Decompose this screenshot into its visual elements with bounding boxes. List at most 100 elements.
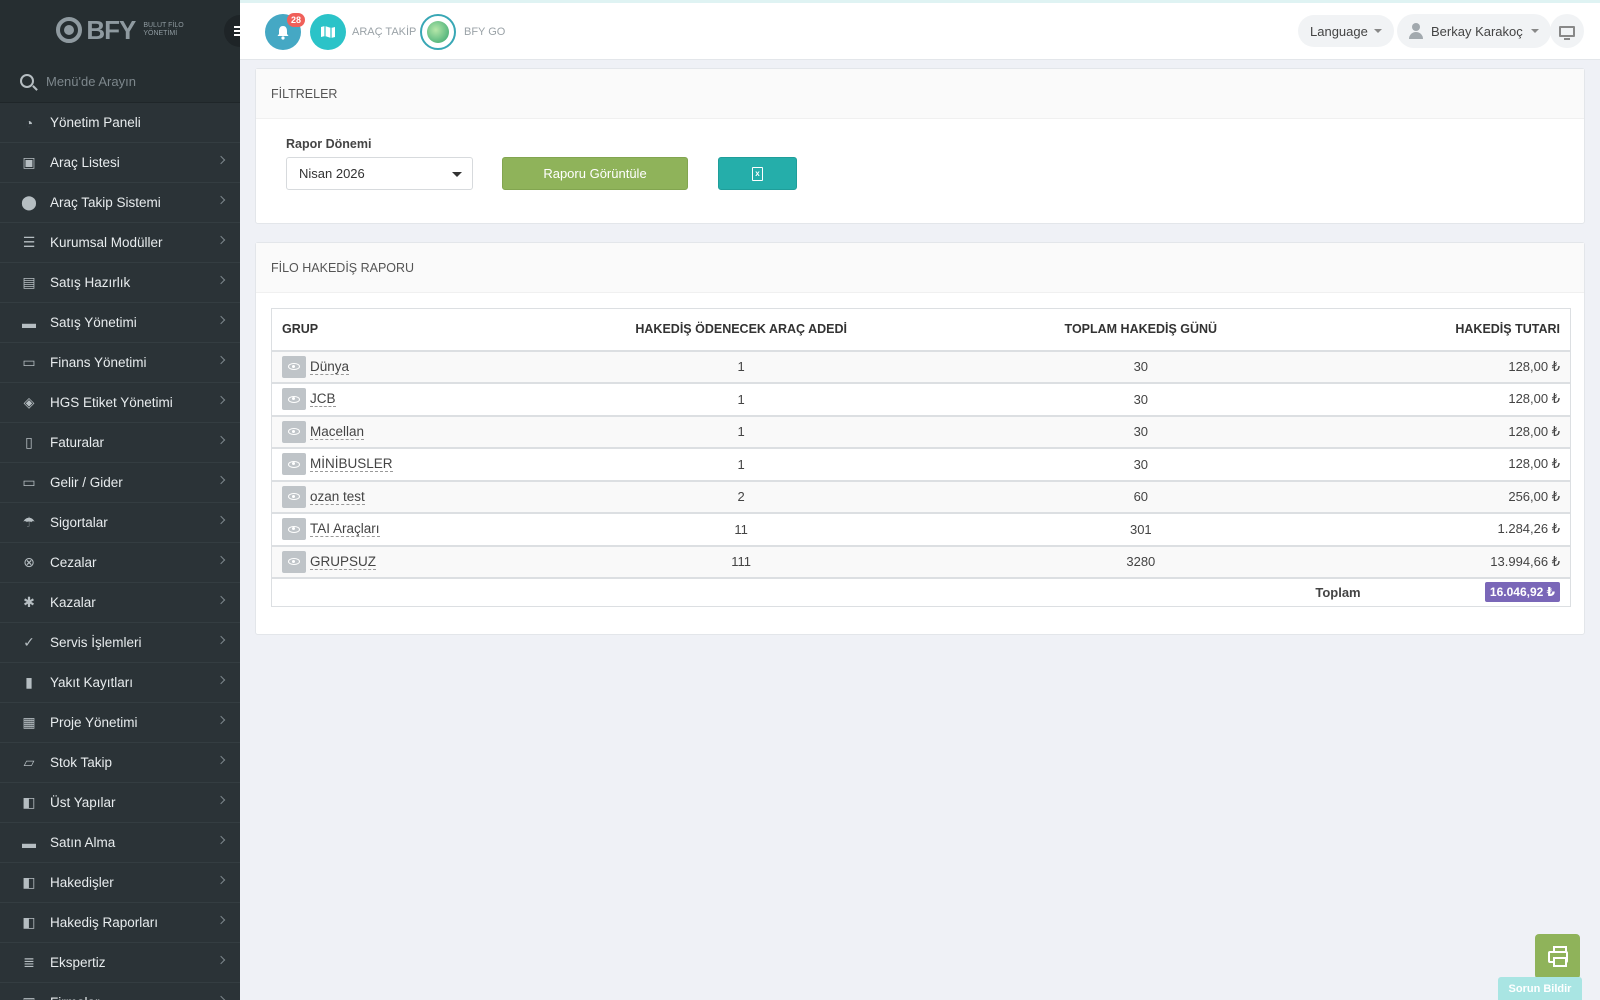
table-row: ozan test 2 60 256,00 ₺ — [271, 480, 1571, 514]
user-name: Berkay Karakoç — [1431, 23, 1523, 39]
user-menu[interactable]: Berkay Karakoç — [1397, 14, 1551, 48]
print-button[interactable] — [1535, 934, 1580, 979]
logo-text: BFY — [86, 14, 136, 45]
arac-takip-link[interactable]: ARAÇ TAKİP — [352, 26, 416, 38]
menu-toggle-button[interactable] — [224, 15, 240, 47]
sidebar-item[interactable]: ▯ Faturalar — [0, 423, 240, 463]
chevron-right-icon — [216, 435, 226, 445]
export-excel-button[interactable]: x — [718, 157, 797, 190]
inbox-icon: ▱ — [23, 754, 35, 770]
view-details-button[interactable] — [282, 518, 306, 541]
group-name-link[interactable]: Dünya — [310, 359, 350, 375]
caret-down-icon — [1530, 29, 1539, 33]
period-select[interactable]: Nisan 2026 — [286, 157, 473, 190]
server-icon: ☰ — [22, 234, 36, 250]
group-name-link[interactable]: JCB — [310, 391, 336, 408]
menu-search-input[interactable] — [46, 73, 216, 89]
group-cell-content: JCB — [282, 388, 561, 411]
sidebar-item[interactable]: ◔ Yönetim Paneli — [0, 103, 240, 143]
column-header-group[interactable]: GRUP — [271, 308, 572, 352]
view-details-button[interactable] — [282, 388, 306, 411]
chevron-right-icon — [216, 275, 226, 285]
view-details-button[interactable] — [282, 550, 306, 573]
language-dropdown[interactable]: Language — [1298, 15, 1394, 47]
sidebar-item[interactable]: ▣ Araç Listesi — [0, 143, 240, 183]
sidebar-item[interactable]: ▤ Satış Hazırlık — [0, 263, 240, 303]
group-name-link[interactable]: TAI Araçları — [310, 521, 380, 538]
fullscreen-button[interactable] — [1550, 14, 1584, 48]
sidebar-item[interactable]: ▮ Yakıt Kayıtları — [0, 663, 240, 703]
group-cell: Dünya — [271, 350, 572, 384]
sidebar-item[interactable]: ▱ Stok Takip — [0, 743, 240, 783]
arac-takip-button[interactable] — [310, 14, 346, 50]
sidebar-item-label: Ekspertiz — [50, 955, 106, 970]
sidebar-item[interactable]: ☂ Sigortalar — [0, 503, 240, 543]
view-report-button[interactable]: Raporu Görüntüle — [502, 157, 688, 190]
group-cell: MİNİBUSLER — [271, 448, 572, 482]
sidebar-item[interactable]: ⬤ Araç Takip Sistemi — [0, 183, 240, 223]
sidebar-item[interactable]: ◧ Hakediş Raporları — [0, 903, 240, 943]
sidebar-item[interactable]: ▬ Satış Yönetimi — [0, 303, 240, 343]
column-header-vehicle-count[interactable]: HAKEDİŞ ÖDENECEK ARAÇ ADEDİ — [571, 308, 912, 352]
report-body: GRUP HAKEDİŞ ÖDENECEK ARAÇ ADEDİ TOPLAM … — [256, 293, 1584, 622]
sidebar-item-label: Gelir / Gider — [50, 475, 123, 490]
sidebar-item[interactable]: ◧ Üst Yapılar — [0, 783, 240, 823]
sidebar-item[interactable]: ▭ Gelir / Gider — [0, 463, 240, 503]
total-empty-cell — [571, 577, 912, 606]
logo[interactable]: BFY BULUT FİLO YÖNETİMİ — [56, 14, 184, 46]
bell-icon — [277, 25, 289, 40]
vehicle-count-cell: 1 — [571, 415, 912, 449]
group-name-link[interactable]: GRUPSUZ — [310, 554, 377, 570]
group-cell-content: TAI Araçları — [282, 518, 561, 541]
money-icon: ▭ — [22, 354, 36, 370]
bfy-go-link[interactable]: BFY GO — [464, 26, 505, 38]
chevron-right-icon — [216, 475, 226, 485]
group-name-link[interactable]: ozan test — [310, 489, 365, 505]
tag-icon: ◈ — [23, 394, 35, 410]
total-empty-cell — [271, 577, 572, 606]
group-name-link[interactable]: MİNİBUSLER — [310, 456, 393, 473]
sidebar-item[interactable]: ▭ Finans Yönetimi — [0, 343, 240, 383]
book-icon: ▤ — [22, 274, 36, 290]
filters-panel: FİLTRELER Rapor Dönemi Nisan 2026 Raporu… — [255, 68, 1585, 224]
logo-area: BFY BULUT FİLO YÖNETİMİ — [0, 0, 240, 60]
sidebar-item[interactable]: ▦ Proje Yönetimi — [0, 703, 240, 743]
umbrella-icon: ☂ — [22, 514, 36, 530]
amount-cell: 128,00 ₺ — [1370, 415, 1571, 449]
logo-subtitle-line-1: BULUT FİLO — [143, 22, 184, 29]
sidebar-item[interactable]: ≣ Ekspertiz — [0, 943, 240, 983]
view-details-button[interactable] — [282, 485, 306, 508]
sidebar-item[interactable]: ✓ Servis İşlemleri — [0, 623, 240, 663]
sidebar-item[interactable]: ☰ Kurumsal Modüller — [0, 223, 240, 263]
credit-card-icon: ▬ — [22, 834, 36, 851]
sidebar-item[interactable]: ⊗ Cezalar — [0, 543, 240, 583]
group-cell-content: GRUPSUZ — [282, 550, 561, 573]
sidebar-item[interactable]: ▬ Satın Alma — [0, 823, 240, 863]
table-row: JCB 1 30 128,00 ₺ — [271, 383, 1571, 417]
group-cell-content: ozan test — [282, 485, 561, 508]
sidebar-item[interactable]: ▥ Firmalar — [0, 983, 240, 1000]
bfy-go-logo-icon[interactable] — [420, 14, 456, 50]
chevron-right-icon — [216, 915, 226, 925]
truck-icon: ◧ — [22, 874, 36, 890]
vehicle-count-cell: 11 — [571, 513, 912, 547]
sidebar-item-label: Satış Yönetimi — [50, 315, 137, 330]
sidebar-menu: ◔ Yönetim Paneli ▣ Araç Listesi ⬤ Araç Takip … — [0, 103, 240, 1000]
column-header-total-days[interactable]: TOPLAM HAKEDİŞ GÜNÜ — [911, 308, 1371, 352]
sidebar-item[interactable]: ✱ Kazalar — [0, 583, 240, 623]
sidebar-item-label: Yakıt Kayıtları — [50, 675, 134, 690]
sidebar-item[interactable]: ◈ HGS Etiket Yönetimi — [0, 383, 240, 423]
sidebar-item[interactable]: ◧ Hakedişler — [0, 863, 240, 903]
chevron-right-icon — [216, 835, 226, 845]
eye-icon — [288, 363, 300, 371]
amount-cell: 128,00 ₺ — [1370, 383, 1571, 417]
report-issue-button[interactable]: Sorun Bildir — [1498, 977, 1582, 1000]
group-name-link[interactable]: Macellan — [310, 424, 365, 440]
view-details-button[interactable] — [282, 355, 306, 378]
chevron-right-icon — [216, 555, 226, 565]
amount-cell: 256,00 ₺ — [1370, 480, 1571, 514]
view-details-button[interactable] — [282, 453, 306, 476]
column-header-amount[interactable]: HAKEDİŞ TUTARI — [1370, 308, 1571, 352]
sidebar-item-label: Satın Alma — [50, 835, 116, 850]
view-details-button[interactable] — [282, 420, 306, 443]
